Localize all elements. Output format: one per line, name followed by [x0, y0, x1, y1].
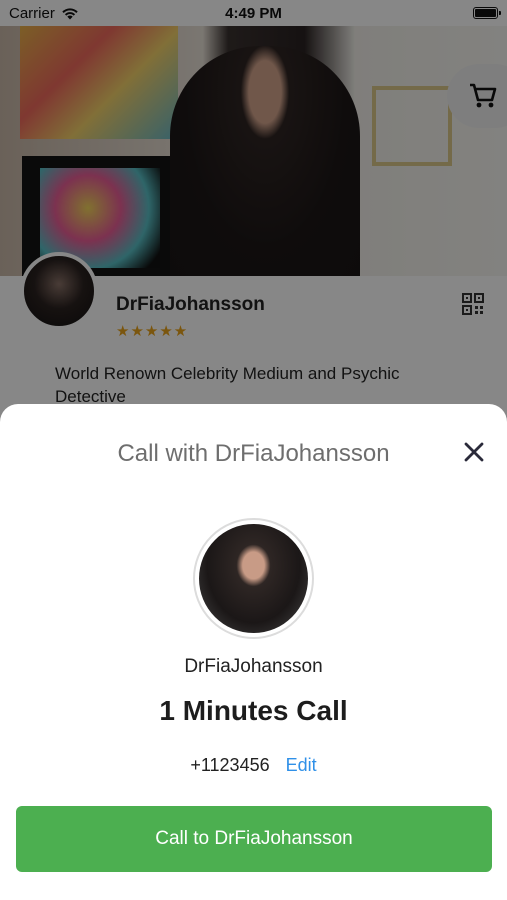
phone-row: +1123456 Edit [0, 755, 507, 776]
close-button[interactable] [461, 439, 487, 465]
edit-phone-link[interactable]: Edit [286, 755, 317, 776]
sheet-title: Call with DrFiaJohansson [117, 440, 390, 467]
expert-name: DrFiaJohansson [184, 656, 323, 677]
phone-number: +1123456 [190, 755, 270, 775]
close-icon [464, 442, 484, 462]
call-bottom-sheet: Call with DrFiaJohansson DrFiaJohansson … [0, 404, 507, 900]
expert-avatar [193, 518, 314, 639]
call-button[interactable]: Call to DrFiaJohansson [16, 806, 492, 872]
call-duration: 1 Minutes Call [159, 695, 348, 726]
